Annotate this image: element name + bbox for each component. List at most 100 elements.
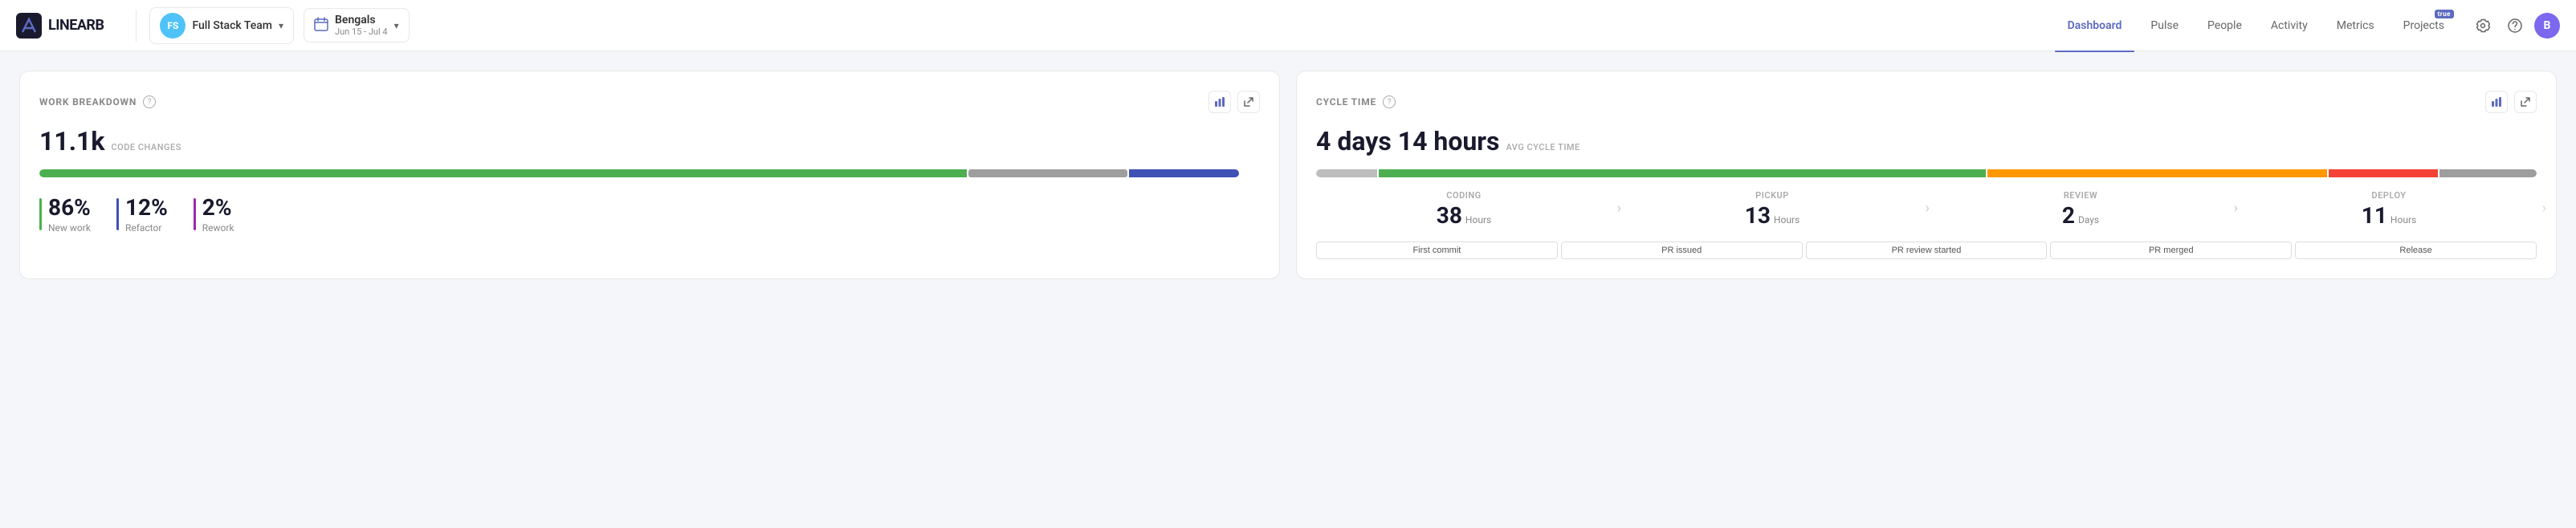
- work-breakdown-expand-button[interactable]: [1237, 91, 1260, 113]
- milestone-labels: First commit PR issued PR review started…: [1316, 242, 2537, 259]
- review-arrow-icon: ›: [2234, 200, 2238, 217]
- gear-icon: [2476, 18, 2490, 33]
- cycle-title-area: CYCLE TIME ?: [1316, 95, 1396, 108]
- stage-deploy-label: DEPLOY: [2371, 190, 2406, 201]
- stage-coding-unit: Hours: [1465, 214, 1491, 225]
- stat-new-work-label: New work: [48, 222, 91, 234]
- cycle-time-chart-button[interactable]: [2485, 91, 2508, 113]
- stage-coding-value: 38: [1437, 202, 1462, 229]
- cycle-time-help-icon[interactable]: ?: [1383, 95, 1396, 108]
- cycle-time-card: CYCLE TIME ? 4 days 14: [1296, 71, 2557, 279]
- milestone-first-commit[interactable]: First commit: [1316, 242, 1558, 259]
- stage-review-unit: Days: [2078, 214, 2099, 225]
- expand-icon: [1243, 96, 1254, 108]
- logo: LINEARB: [16, 13, 104, 39]
- stat-refactor: 12% Refactor: [116, 197, 168, 234]
- stat-refactor-bar: [116, 198, 119, 230]
- breakdown-stats: 86% New work 12% Refactor 2% Rework: [39, 197, 1260, 234]
- cycle-time-bar: [1316, 169, 2537, 177]
- main-nav: Dashboard Pulse People Activity Metrics …: [2055, 13, 2457, 39]
- cycle-bar-review: [2329, 169, 2438, 177]
- work-breakdown-help-icon[interactable]: ?: [143, 95, 156, 108]
- cycle-time-expand-button[interactable]: [2514, 91, 2537, 113]
- header: LINEARB FS Full Stack Team ▾ Bengals Jun…: [0, 0, 2576, 51]
- sprint-calendar-icon: [314, 17, 328, 35]
- team-chevron-icon: ▾: [279, 20, 283, 31]
- coding-arrow-icon: ›: [1617, 200, 1621, 217]
- nav-dashboard[interactable]: Dashboard: [2055, 13, 2135, 39]
- milestone-pr-issued[interactable]: PR issued: [1561, 242, 1803, 259]
- logo-text: LINEARB: [48, 17, 104, 34]
- stat-refactor-label: Refactor: [125, 222, 168, 234]
- stat-new-work-pct: 86%: [48, 197, 91, 219]
- card-title-area: WORK BREAKDOWN ?: [39, 95, 156, 108]
- stage-pickup: PICKUP 13 Hours ›: [1624, 190, 1920, 232]
- milestone-pr-review-started[interactable]: PR review started: [1806, 242, 2048, 259]
- cycle-time-actions: [2485, 91, 2537, 113]
- cycle-bar-deploy: [2439, 169, 2537, 177]
- sprint-dates: Jun 15 - Jul 4: [335, 26, 388, 37]
- work-breakdown-chart-button[interactable]: [1209, 91, 1231, 113]
- stage-deploy-unit: Hours: [2391, 214, 2416, 225]
- main-content: WORK BREAKDOWN ? 11.1k: [0, 51, 2576, 299]
- stage-coding-label: CODING: [1446, 190, 1481, 201]
- nav-metrics[interactable]: Metrics: [2324, 13, 2387, 39]
- nav-activity[interactable]: Activity: [2258, 13, 2321, 39]
- stage-review: REVIEW 2 Days ›: [1933, 190, 2228, 232]
- sprint-chevron-icon: ▾: [394, 20, 399, 31]
- cycle-time-title: CYCLE TIME: [1316, 96, 1376, 108]
- progress-new-work: [39, 169, 967, 177]
- stage-pickup-label: PICKUP: [1755, 190, 1789, 201]
- avg-cycle-time-value: 4 days 14 hours: [1316, 126, 1499, 156]
- stage-coding-hours: 38 Hours: [1437, 202, 1491, 229]
- work-breakdown-title: WORK BREAKDOWN: [39, 96, 137, 108]
- cycle-bar-coding: [1379, 169, 1986, 177]
- stage-review-value: 2: [2062, 202, 2075, 229]
- team-avatar: FS: [160, 13, 185, 39]
- sprint-selector[interactable]: Bengals Jun 15 - Jul 4 ▾: [304, 8, 410, 43]
- stat-new-work-content: 86% New work: [48, 197, 91, 234]
- stat-refactor-content: 12% Refactor: [125, 197, 168, 234]
- beta-badge: true: [2435, 10, 2454, 18]
- stage-review-hours: 2 Days: [2062, 202, 2099, 229]
- stat-rework-content: 2% Rework: [202, 197, 234, 234]
- cycle-time-header: CYCLE TIME ?: [1316, 91, 2537, 113]
- stage-coding: CODING 38 Hours ›: [1316, 190, 1612, 232]
- stage-pickup-unit: Hours: [1774, 214, 1800, 225]
- sprint-info: Bengals Jun 15 - Jul 4: [335, 14, 388, 37]
- help-button[interactable]: [2502, 13, 2528, 39]
- stage-deploy-hours: 11 Hours: [2362, 202, 2416, 229]
- nav-pulse[interactable]: Pulse: [2138, 13, 2191, 39]
- stage-review-label: REVIEW: [2064, 190, 2097, 201]
- stat-rework: 2% Rework: [194, 197, 234, 234]
- milestone-release[interactable]: Release: [2295, 242, 2537, 259]
- cycle-bar-pickup: [1987, 169, 2327, 177]
- stat-new-work: 86% New work: [39, 197, 91, 234]
- bar-chart-icon: [1214, 96, 1225, 108]
- cycle-expand-icon: [2520, 96, 2531, 108]
- progress-rework: [1129, 169, 1239, 177]
- user-avatar[interactable]: B: [2534, 13, 2560, 39]
- stat-rework-bar: [194, 198, 196, 230]
- code-changes-value: 11.1k: [39, 126, 104, 156]
- settings-button[interactable]: [2470, 13, 2496, 39]
- code-changes-label: CODE CHANGES: [111, 142, 181, 152]
- nav-projects[interactable]: Projects true: [2391, 13, 2457, 39]
- cycle-bar-chart-icon: [2491, 96, 2502, 108]
- stat-rework-label: Rework: [202, 222, 234, 234]
- cycle-stages: CODING 38 Hours › PICKUP 13 Hours › REVI…: [1316, 190, 2537, 232]
- stat-refactor-pct: 12%: [125, 197, 168, 219]
- team-selector[interactable]: FS Full Stack Team ▾: [149, 7, 294, 44]
- deploy-arrow-icon: ›: [2542, 200, 2546, 217]
- stat-new-work-bar: [39, 198, 42, 230]
- nav-people[interactable]: People: [2195, 13, 2255, 39]
- work-breakdown-progress-bar: [39, 169, 1260, 177]
- work-breakdown-card: WORK BREAKDOWN ? 11.1k: [19, 71, 1280, 279]
- milestone-pr-merged[interactable]: PR merged: [2050, 242, 2292, 259]
- header-actions: B: [2470, 13, 2560, 39]
- work-breakdown-actions: [1209, 91, 1260, 113]
- stat-rework-pct: 2%: [202, 197, 234, 219]
- cycle-bar-wait: [1316, 169, 1377, 177]
- stage-pickup-hours: 13 Hours: [1745, 202, 1800, 229]
- avg-cycle-time-label: AVG CYCLE TIME: [1506, 142, 1579, 152]
